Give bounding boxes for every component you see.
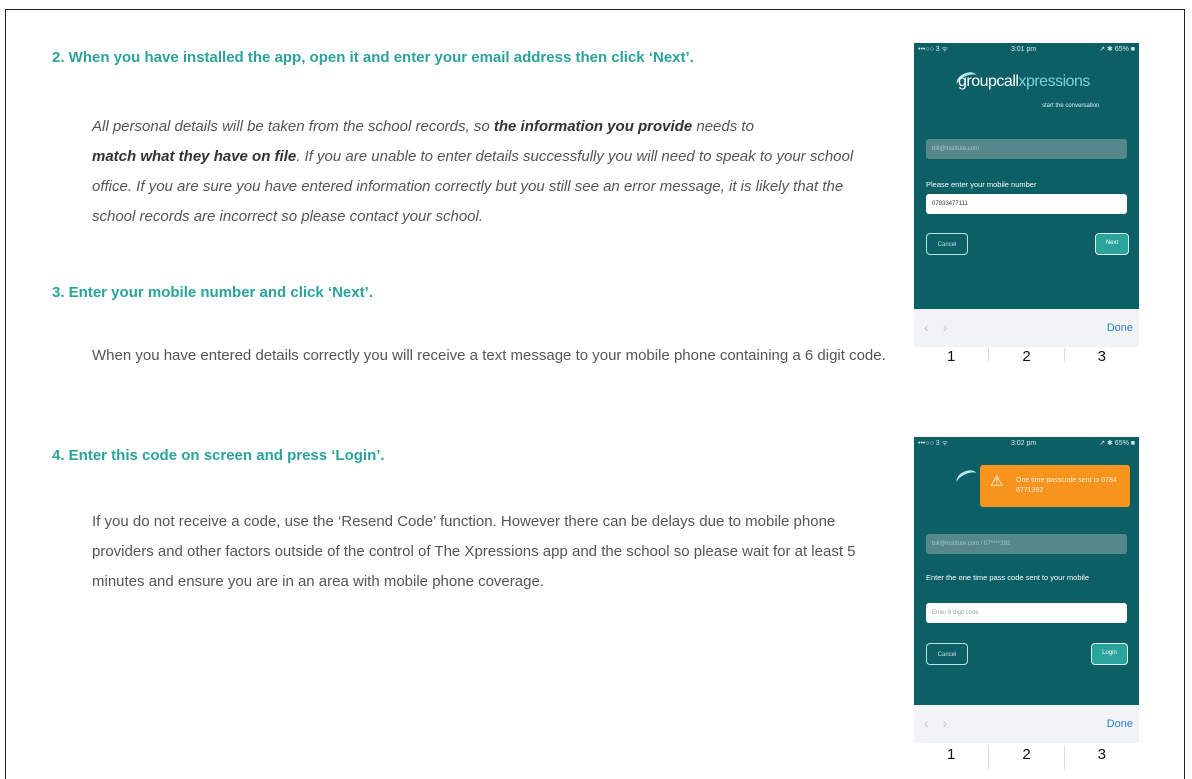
status-bar: •••○○ 3 ᯤ 3:02 pm ↗ ✱ 65% ■ bbox=[914, 437, 1139, 449]
prev-next-arrows-icon[interactable]: ‹› bbox=[924, 715, 961, 731]
key-2[interactable]: 2 bbox=[989, 746, 1065, 770]
phone-screenshot-mobile-entry: •••○○ 3 ᯤ 3:01 pm ↗ ✱ 65% ■ groupcallxpr… bbox=[914, 43, 1139, 309]
prev-next-arrows-icon[interactable]: ‹› bbox=[924, 319, 961, 335]
passcode-sent-toast: ⚠ One time passcode sent to 0784 6771392 bbox=[980, 465, 1130, 507]
keyboard-toolbar: ‹› Done bbox=[914, 309, 1139, 347]
status-bar: •••○○ 3 ᯤ 3:01 pm ↗ ✱ 65% ■ bbox=[914, 43, 1139, 55]
email-field[interactable]: bill@institute.com bbox=[926, 139, 1127, 159]
key-2[interactable]: 2 bbox=[989, 348, 1065, 362]
passcode-placeholder: Enter 6 digit code bbox=[932, 610, 979, 616]
passcode-input[interactable]: Enter 6 digit code bbox=[926, 603, 1127, 623]
step-4-heading: 4. Enter this code on screen and press ‘… bbox=[52, 447, 385, 464]
done-button[interactable]: Done bbox=[1107, 718, 1133, 730]
status-time: 3:01 pm bbox=[1010, 45, 1037, 53]
phone-screenshot-passcode-entry: •••○○ 3 ᯤ 3:02 pm ↗ ✱ 65% ■ ⚠ One time p… bbox=[914, 437, 1139, 705]
step-2-paragraph: All personal details will be taken from … bbox=[92, 112, 882, 232]
step-2-bold-1: the information you provide bbox=[493, 118, 693, 135]
key-3[interactable]: 3 bbox=[1065, 746, 1139, 770]
email-mobile-field[interactable]: bill@institute.com / 07****392 bbox=[926, 534, 1127, 554]
passcode-prompt: Enter the one time pass code sent to you… bbox=[926, 573, 1090, 582]
mobile-number-input[interactable]: 07933477111 bbox=[926, 194, 1127, 214]
step-3-paragraph: When you have entered details correctly … bbox=[92, 347, 886, 364]
cancel-button[interactable]: Cancel bbox=[926, 643, 968, 665]
key-1[interactable]: 1 bbox=[914, 348, 990, 362]
toast-message: One time passcode sent to 0784 6771392 bbox=[1016, 477, 1117, 494]
step-4-paragraph: If you do not receive a code, use the ‘R… bbox=[92, 513, 856, 590]
step-3-heading: 3. Enter your mobile number and click ‘N… bbox=[52, 284, 373, 301]
logo-swoosh-icon bbox=[953, 467, 981, 490]
key-3[interactable]: 3 bbox=[1065, 348, 1139, 362]
groupcall-logo: groupcallxpressions bbox=[958, 73, 1090, 90]
step-2-bold-2: match what they have on file bbox=[92, 148, 297, 165]
mobile-prompt: Please enter your mobile number bbox=[926, 180, 1037, 189]
warning-icon: ⚠ bbox=[990, 473, 1004, 490]
keypad-row: 1 2 3 bbox=[914, 746, 1139, 770]
cancel-button[interactable]: Cancel bbox=[926, 233, 968, 255]
next-button[interactable]: Next bbox=[1095, 233, 1129, 255]
logo-tagline: start the conversation bbox=[1042, 103, 1100, 109]
keypad-row: 1 2 3 bbox=[914, 348, 1139, 362]
signal-indicator: •••○○ 3 ᯤ bbox=[918, 439, 948, 447]
login-button[interactable]: Login bbox=[1091, 643, 1128, 665]
signal-indicator: •••○○ 3 ᯤ bbox=[918, 45, 948, 53]
keyboard-toolbar: ‹› Done bbox=[914, 705, 1139, 743]
key-1[interactable]: 1 bbox=[914, 746, 990, 770]
status-time: 3:02 pm bbox=[1010, 439, 1037, 447]
step-2-heading: 2. When you have installed the app, open… bbox=[52, 49, 694, 66]
done-button[interactable]: Done bbox=[1107, 322, 1133, 334]
step-2-text-1: All personal details will be taken from … bbox=[92, 118, 494, 135]
step-2-text-2: needs to bbox=[692, 118, 754, 135]
battery-indicator: ↗ ✱ 65% ■ bbox=[1099, 440, 1135, 447]
battery-indicator: ↗ ✱ 65% ■ bbox=[1099, 46, 1135, 53]
